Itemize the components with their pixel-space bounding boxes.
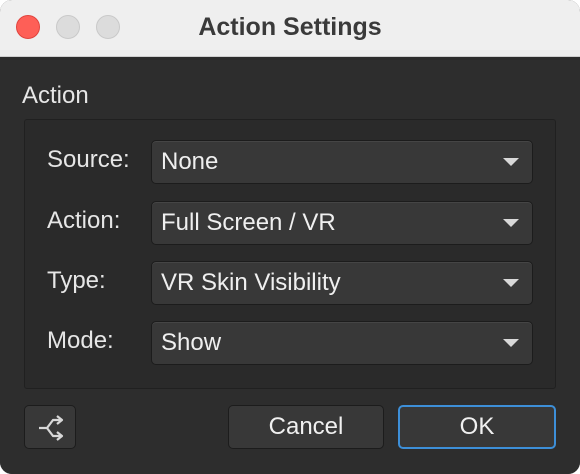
- mode-select-value: Show: [161, 329, 222, 356]
- type-label: Type:: [47, 267, 106, 294]
- action-select[interactable]: Full Screen / VR: [151, 201, 533, 245]
- title-bar: Action Settings: [0, 0, 580, 57]
- chevron-down-icon: [503, 219, 519, 227]
- action-select-value: Full Screen / VR: [161, 209, 336, 236]
- cancel-button[interactable]: Cancel: [228, 405, 384, 449]
- type-select-value: VR Skin Visibility: [161, 269, 341, 296]
- dialog-content: Action Source: None Action: Full Screen …: [0, 57, 580, 474]
- chevron-down-icon: [503, 158, 519, 166]
- source-select[interactable]: None: [151, 140, 533, 184]
- mode-label: Mode:: [47, 327, 114, 354]
- group-title: Action: [22, 82, 89, 109]
- type-select[interactable]: VR Skin Visibility: [151, 261, 533, 305]
- branch-arrow-icon: [39, 415, 64, 441]
- source-label: Source:: [47, 146, 130, 173]
- mode-select[interactable]: Show: [151, 321, 533, 365]
- ok-button[interactable]: OK: [398, 405, 556, 449]
- window-title: Action Settings: [198, 13, 382, 41]
- action-group-box: Source: None Action: Full Screen / VR Ty…: [24, 119, 556, 389]
- chevron-down-icon: [503, 279, 519, 287]
- source-select-value: None: [161, 148, 219, 175]
- chevron-down-icon: [503, 339, 519, 347]
- action-settings-window: Action Settings Action Source: None Acti…: [0, 0, 580, 474]
- branch-action-button[interactable]: [24, 405, 76, 449]
- action-label: Action:: [47, 207, 121, 234]
